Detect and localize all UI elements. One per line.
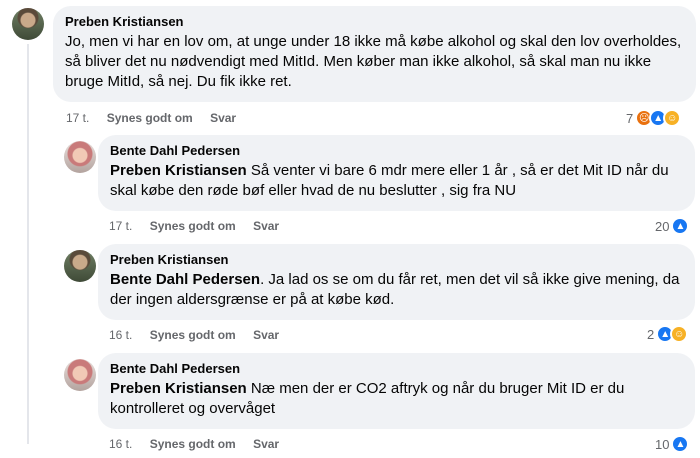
comment-meta: 17 t. Synes godt om Svar	[109, 218, 293, 234]
reaction-count: 7	[626, 110, 634, 126]
comment-meta: 16 t. Synes godt om Svar	[109, 327, 293, 343]
avatar[interactable]	[64, 141, 96, 173]
haha-icon: ☺	[663, 109, 682, 127]
reaction-count: 10	[655, 436, 670, 452]
comment-text: Preben Kristiansen Så venter vi bare 6 m…	[110, 161, 683, 201]
thread-line	[27, 44, 29, 444]
like-button[interactable]: Synes godt om	[107, 110, 193, 126]
like-icon: ▲	[671, 217, 690, 235]
comment-bubble: Preben Kristiansen Jo, men vi har en lov…	[53, 6, 696, 102]
like-icon: ▲	[671, 435, 690, 453]
reply-button[interactable]: Svar	[210, 110, 236, 126]
reaction-summary[interactable]: 2 ▲ ☺	[647, 324, 689, 344]
haha-icon: ☺	[670, 325, 689, 343]
reaction-summary[interactable]: 7 ☹ ▲ ☺	[626, 108, 682, 128]
reply-button[interactable]: Svar	[253, 436, 279, 452]
reply-button[interactable]: Svar	[253, 218, 279, 234]
comment-bubble: Preben Kristiansen Bente Dahl Pedersen. …	[98, 244, 695, 320]
reaction-count: 20	[655, 218, 670, 234]
comment-time[interactable]: 17 t.	[109, 218, 132, 234]
reply-button[interactable]: Svar	[253, 327, 279, 343]
comment-text: Preben Kristiansen Næ men der er CO2 aft…	[110, 379, 683, 419]
reaction-summary[interactable]: 10 ▲	[655, 434, 690, 454]
avatar[interactable]	[64, 250, 96, 282]
comment-text: Jo, men vi har en lov om, at unge under …	[65, 32, 684, 92]
comment-author[interactable]: Bente Dahl Pedersen	[110, 361, 683, 377]
comment-bubble: Bente Dahl Pedersen Preben Kristiansen N…	[98, 353, 695, 429]
mention-link[interactable]: Preben Kristiansen	[110, 162, 247, 179]
comment-text: Bente Dahl Pedersen. Ja lad os se om du …	[110, 270, 683, 310]
mention-link[interactable]: Bente Dahl Pedersen	[110, 271, 260, 288]
avatar[interactable]	[64, 359, 96, 391]
comment-author[interactable]: Preben Kristiansen	[110, 252, 683, 268]
comment-author[interactable]: Bente Dahl Pedersen	[110, 143, 683, 159]
like-button[interactable]: Synes godt om	[150, 436, 236, 452]
comment-time[interactable]: 17 t.	[66, 110, 89, 126]
comment-bubble: Bente Dahl Pedersen Preben Kristiansen S…	[98, 135, 695, 211]
comment-body: Jo, men vi har en lov om, at unge under …	[65, 33, 682, 90]
comment-meta: 17 t. Synes godt om Svar	[66, 110, 250, 126]
mention-link[interactable]: Preben Kristiansen	[110, 380, 247, 397]
reaction-summary[interactable]: 20 ▲	[655, 216, 690, 236]
avatar[interactable]	[12, 8, 44, 40]
comment-time[interactable]: 16 t.	[109, 436, 132, 452]
reaction-count: 2	[647, 326, 655, 342]
comment-time[interactable]: 16 t.	[109, 327, 132, 343]
comment-author[interactable]: Preben Kristiansen	[65, 14, 684, 30]
like-button[interactable]: Synes godt om	[150, 218, 236, 234]
comment-meta: 16 t. Synes godt om Svar	[109, 436, 293, 452]
like-button[interactable]: Synes godt om	[150, 327, 236, 343]
